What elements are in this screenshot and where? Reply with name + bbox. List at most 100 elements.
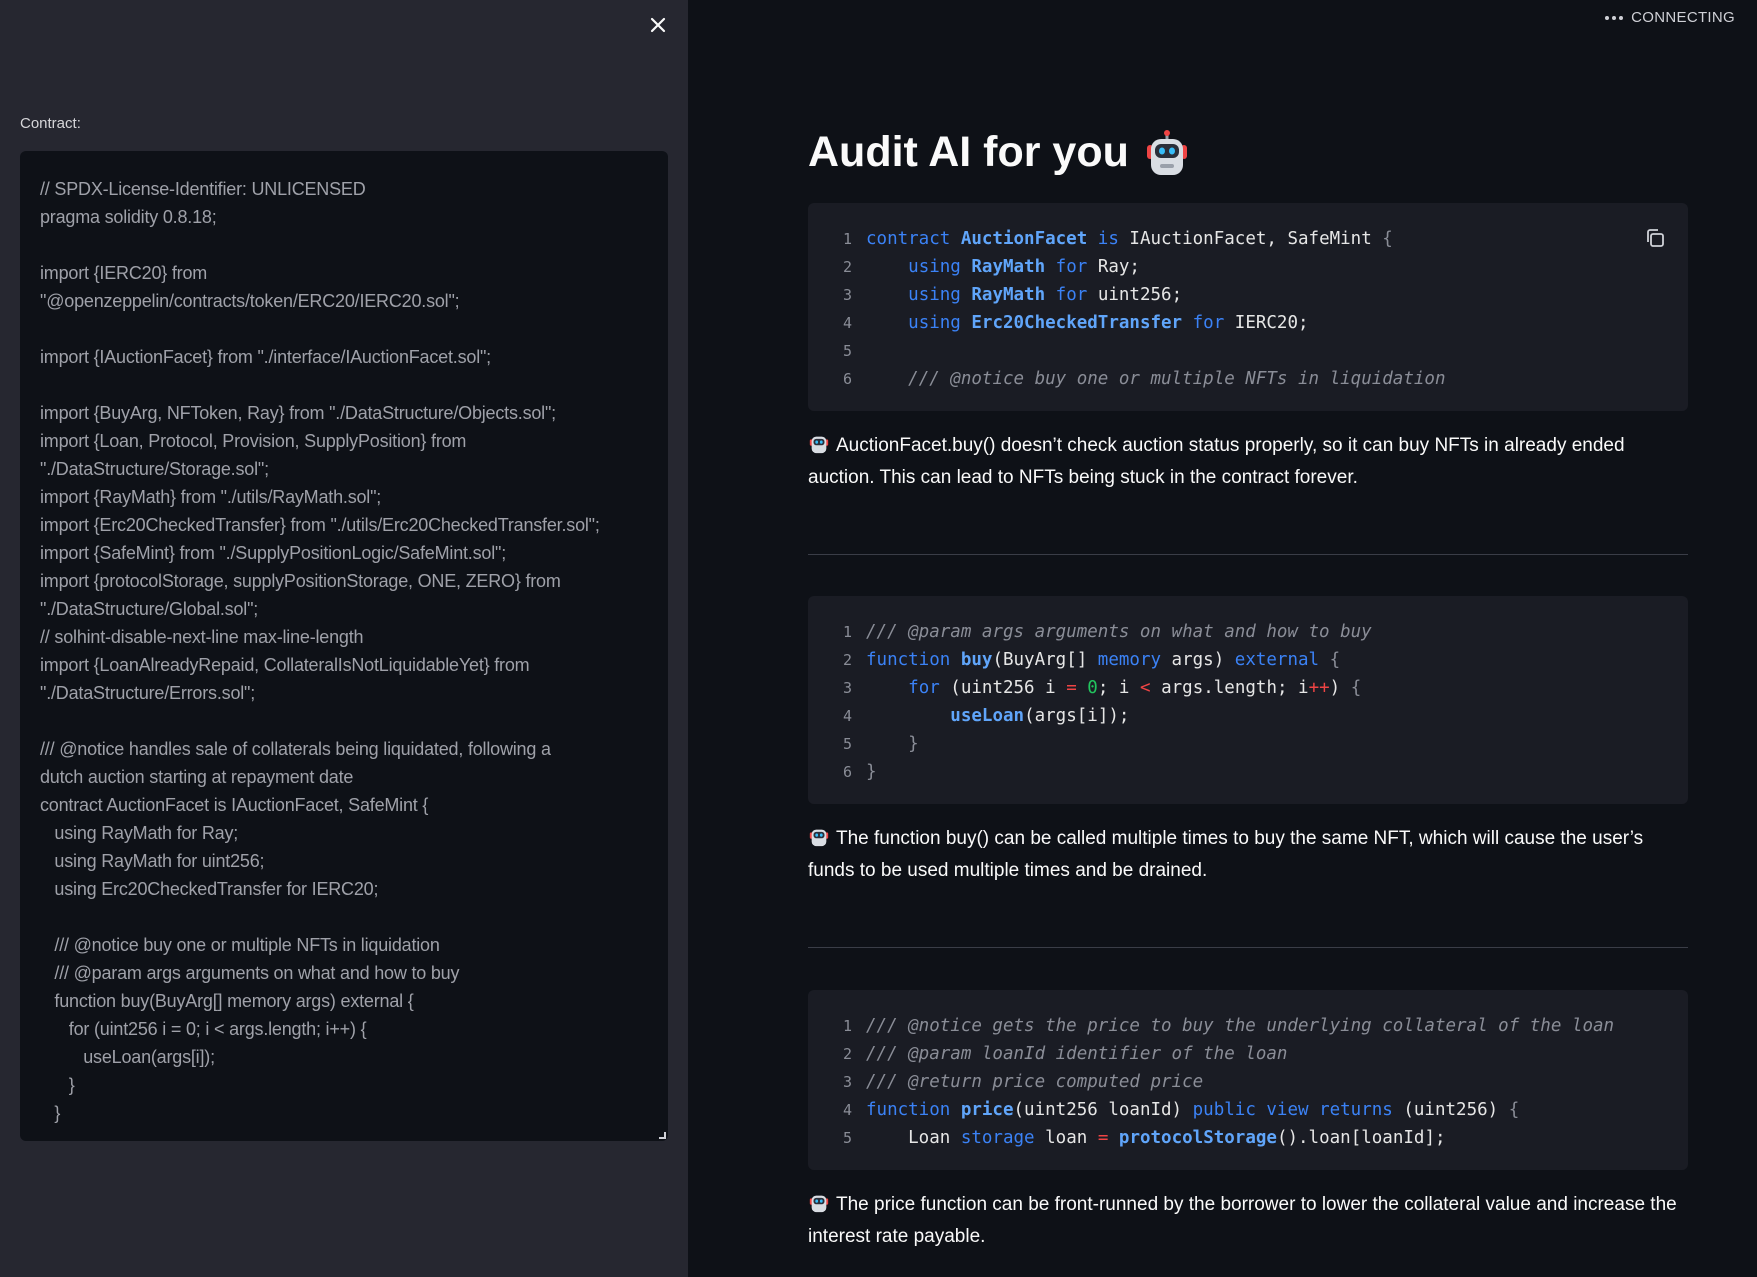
code-text: using RayMath for Ray; bbox=[866, 257, 1140, 277]
code-text: contract AuctionFacet is IAuctionFacet, … bbox=[866, 229, 1393, 249]
code-line: 2 function buy(BuyArg[] memory args) exte… bbox=[808, 646, 1688, 674]
code-token: loan bbox=[1034, 1128, 1098, 1148]
code-token: ++ bbox=[1308, 678, 1330, 698]
code-token: { bbox=[1508, 1100, 1520, 1120]
code-token: IERC20; bbox=[1234, 313, 1309, 333]
code-token: price bbox=[960, 1100, 1014, 1120]
finding-text: AuctionFacet.buy() doesn’t check auction… bbox=[808, 430, 1688, 494]
code-line: 2 using RayMath for Ray; bbox=[808, 253, 1688, 281]
line-number: 4 bbox=[842, 314, 852, 332]
close-sidebar-button[interactable] bbox=[641, 8, 675, 42]
code-token: storage bbox=[960, 1128, 1035, 1148]
line-number: 4 bbox=[842, 1101, 852, 1119]
code-token: (BuyArg[] bbox=[992, 650, 1098, 670]
contract-source-text[interactable]: // SPDX-License-Identifier: UNLICENSED p… bbox=[40, 175, 648, 1127]
code-block: 1 /// @notice gets the price to buy the u… bbox=[808, 990, 1688, 1170]
code-block: 1 /// @param args arguments on what and h… bbox=[808, 596, 1688, 804]
code-line: 3 /// @return price computed price bbox=[808, 1068, 1688, 1096]
code-line: 4 using Erc20CheckedTransfer for IERC20; bbox=[808, 309, 1688, 337]
code-text: } bbox=[866, 734, 919, 754]
code-token: args.length; i bbox=[1150, 678, 1309, 698]
code-token: memory bbox=[1097, 650, 1162, 670]
ellipsis-icon bbox=[1605, 15, 1624, 20]
code-token: AuctionFacet bbox=[960, 229, 1088, 249]
robot-icon bbox=[1146, 129, 1187, 175]
code-token: for bbox=[1045, 257, 1098, 277]
code-text: useLoan(args[i]); bbox=[866, 706, 1129, 726]
code-text: using RayMath for uint256; bbox=[866, 285, 1182, 305]
robot-icon bbox=[809, 436, 829, 454]
code-token: (uint256 i bbox=[939, 678, 1067, 698]
code-token: /// @notice buy one or multiple NFTs in … bbox=[908, 369, 1446, 389]
line-number: 2 bbox=[842, 258, 852, 276]
line-number: 2 bbox=[842, 651, 852, 669]
line-number: 2 bbox=[842, 1045, 852, 1063]
code-text: /// @notice buy one or multiple NFTs in … bbox=[866, 369, 1446, 389]
finding-text-body: The function buy() can be called multipl… bbox=[808, 828, 1644, 881]
code-token: 0 bbox=[1087, 678, 1098, 698]
code-token: uint256; bbox=[1097, 285, 1183, 305]
page-title: Audit AI for you bbox=[808, 128, 1191, 177]
code-token: function bbox=[866, 1100, 961, 1120]
code-token: RayMath bbox=[971, 285, 1046, 305]
close-icon bbox=[650, 17, 666, 33]
code-line: 6 /// @notice buy one or multiple NFTs i… bbox=[808, 365, 1688, 393]
line-number: 5 bbox=[842, 735, 852, 753]
line-number: 3 bbox=[842, 1073, 852, 1091]
finding-text-body: The price function can be front-runned b… bbox=[808, 1194, 1677, 1247]
code-text: using Erc20CheckedTransfer for IERC20; bbox=[866, 313, 1309, 333]
code-line: 1 /// @param args arguments on what and h… bbox=[808, 618, 1688, 646]
line-number: 5 bbox=[842, 342, 852, 360]
copy-icon[interactable] bbox=[1644, 227, 1666, 249]
finding-text: The function buy() can be called multipl… bbox=[808, 823, 1688, 887]
code-token: < bbox=[1140, 678, 1151, 698]
code-token: useLoan bbox=[950, 706, 1025, 726]
code-token: (uint256) bbox=[1392, 1100, 1509, 1120]
sidebar: Contract: // SPDX-License-Identifier: UN… bbox=[0, 0, 688, 1277]
code-token: { bbox=[1350, 678, 1362, 698]
line-number: 6 bbox=[842, 370, 852, 388]
code-token: /// @param args arguments on what and ho… bbox=[866, 622, 1372, 642]
code-block: 1 contract AuctionFacet is IAuctionFacet,… bbox=[808, 203, 1688, 411]
code-text: Loan storage loan = protocolStorage().lo… bbox=[866, 1128, 1445, 1148]
code-token: for bbox=[908, 678, 940, 698]
connection-status-label: CONNECTING bbox=[1631, 9, 1735, 26]
robot-icon bbox=[809, 829, 829, 847]
page-title-text: Audit AI for you bbox=[808, 128, 1129, 176]
code-token: contract bbox=[866, 229, 961, 249]
code-token: using bbox=[908, 257, 972, 277]
line-number: 5 bbox=[842, 1129, 852, 1147]
resize-handle[interactable] bbox=[659, 1132, 666, 1139]
finding-text-body: AuctionFacet.buy() doesn’t check auction… bbox=[808, 435, 1625, 488]
contract-label: Contract: bbox=[20, 115, 81, 132]
code-token: function bbox=[866, 650, 961, 670]
contract-textarea[interactable]: // SPDX-License-Identifier: UNLICENSED p… bbox=[20, 151, 668, 1141]
connection-status: CONNECTING bbox=[1605, 9, 1735, 26]
line-number: 4 bbox=[842, 707, 852, 725]
code-line: 4 function price(uint256 loanId) public v… bbox=[808, 1096, 1688, 1124]
code-token: ; i bbox=[1097, 678, 1140, 698]
divider bbox=[808, 554, 1688, 555]
code-token: for bbox=[1045, 285, 1098, 305]
code-token: args) bbox=[1161, 650, 1235, 670]
code-line: 5 Loan storage loan = protocolStorage().… bbox=[808, 1124, 1688, 1152]
code-token: Erc20CheckedTransfer bbox=[971, 313, 1183, 333]
code-token: /// @notice gets the price to buy the un… bbox=[866, 1016, 1615, 1036]
code-token: buy bbox=[960, 650, 993, 670]
code-token: /// @param loanId identifier of the loan bbox=[866, 1044, 1288, 1064]
code-token: (uint256 loanId) bbox=[1013, 1100, 1193, 1120]
line-number: 1 bbox=[842, 1017, 852, 1035]
code-line: 6} bbox=[808, 758, 1688, 786]
code-text: /// @return price computed price bbox=[866, 1072, 1203, 1092]
code-text: } bbox=[866, 762, 877, 782]
code-text: /// @param loanId identifier of the loan bbox=[866, 1044, 1287, 1064]
code-token: using bbox=[908, 313, 972, 333]
code-token: Loan bbox=[866, 1128, 961, 1148]
code-text: /// @param args arguments on what and ho… bbox=[866, 622, 1372, 642]
code-line: 1 contract AuctionFacet is IAuctionFacet,… bbox=[808, 225, 1688, 253]
